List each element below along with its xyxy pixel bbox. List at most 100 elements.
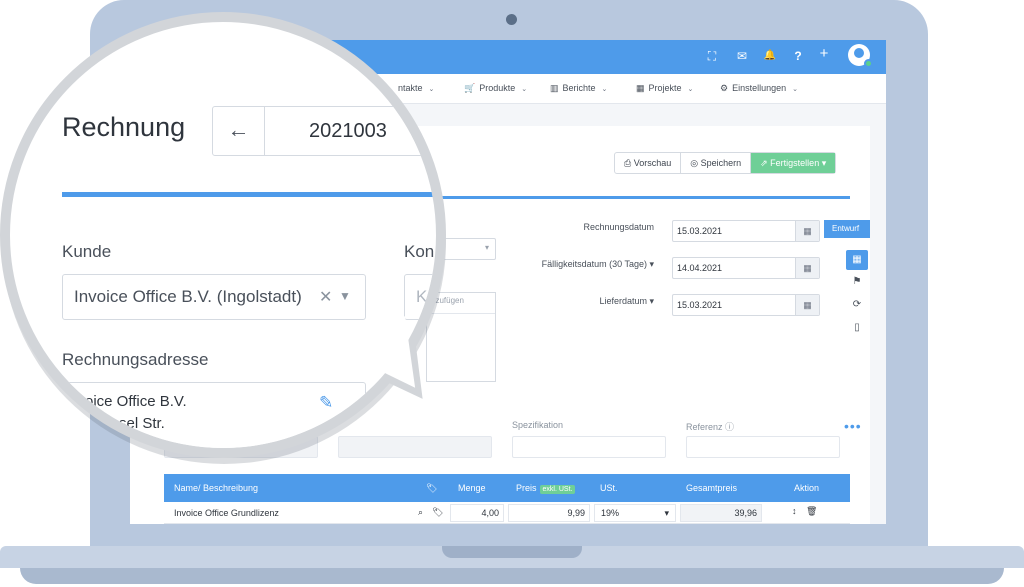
chevron-down-icon: ⌄	[792, 86, 798, 93]
page-title: Rechnung	[62, 112, 186, 142]
flag-icon[interactable]: ⚑	[846, 272, 868, 292]
finish-button[interactable]: ⇗ Fertigstellen ▾	[751, 153, 836, 173]
menu-item-produkte[interactable]: 🛒 Produkte ⌄	[464, 83, 527, 94]
pencil-icon[interactable]: ✎	[319, 393, 333, 413]
ref-input[interactable]	[686, 436, 840, 458]
drag-handle-icon[interactable]: ↕	[792, 506, 797, 516]
external-link-icon: ⇗	[760, 158, 771, 168]
bell-icon[interactable]: 🔔	[762, 48, 778, 64]
chevron-down-icon: ▾	[819, 158, 827, 168]
menu-label: Projekte	[648, 83, 682, 93]
trash-icon[interactable]: 🗑	[806, 506, 817, 517]
calendar-icon[interactable]: ▦	[795, 258, 819, 278]
items-table-header: Name/ Beschreibung 🏷 Menge Preis exkl. US…	[164, 474, 850, 502]
item-vat-select[interactable]: 19% ▾	[594, 504, 676, 522]
col-vat: USt.	[600, 483, 618, 493]
invoice-date-label: Rechnungsdatum	[583, 222, 654, 232]
delivery-date-value: 15.03.2021	[677, 300, 723, 310]
refresh-icon[interactable]: ⟳	[846, 295, 868, 315]
customer-value: Invoice Office B.V. (Ingolstadt)	[74, 287, 302, 306]
laptop-notch	[442, 546, 582, 558]
calendar-icon[interactable]: ▦	[795, 221, 819, 241]
calendar-icon: ▦	[636, 83, 645, 93]
status-badge: Entwurf	[824, 220, 870, 238]
online-status-icon	[864, 59, 873, 68]
item-price[interactable]: 9,99	[508, 504, 590, 522]
table-row: Invoice Office Grundlizenz ⌕ 🏷 4,00 9,99…	[164, 502, 850, 524]
tag-icon[interactable]: 🏷	[432, 507, 443, 518]
user-avatar[interactable]	[848, 44, 873, 68]
plus-icon[interactable]: +	[816, 46, 832, 62]
cart-icon: 🛒	[464, 83, 476, 93]
invoice-number[interactable]: 2021003	[309, 120, 387, 143]
address-line: sel Str.	[119, 415, 165, 432]
check-circle-icon: ◎	[690, 158, 701, 168]
contact-placeholder: K	[416, 287, 428, 306]
col-name: Name/ Beschreibung	[174, 483, 259, 493]
col-qty: Menge	[458, 483, 486, 493]
menu-label: Produkte	[479, 83, 516, 93]
document-icon[interactable]: ▯	[846, 318, 868, 338]
item-name[interactable]: Invoice Office Grundlizenz	[174, 508, 279, 518]
billing-address-label: Rechnungsadresse	[62, 350, 209, 369]
finish-label: Fertigstellen	[770, 158, 820, 168]
menu-label: Einstellungen	[732, 83, 787, 93]
col-action: Aktion	[794, 483, 820, 493]
calendar-icon[interactable]: ▦	[846, 250, 868, 270]
invoice-actions: ⎙ Vorschau ◎ Speichern ⇗ Fertigstellen ▾	[614, 152, 837, 174]
col-price: Preis exkl. USt.	[516, 483, 576, 494]
item-total: 39,96	[680, 504, 762, 522]
spec-label: Spezifikation	[512, 420, 564, 430]
help-icon[interactable]: ?	[790, 48, 806, 64]
header-divider-zoom	[62, 192, 436, 197]
menu-item-einstellungen[interactable]: ⚙ Einstellungen ⌄	[720, 83, 798, 94]
spec-input[interactable]	[512, 436, 666, 458]
bar-chart-icon: ▥	[550, 83, 559, 93]
address-line: oice Office B.V.	[85, 393, 187, 410]
billing-address-box[interactable]: oice Office B.V. sel Str. ✎	[62, 382, 366, 448]
printer-icon: ⎙	[624, 158, 634, 168]
menu-item-projekte[interactable]: ▦ Projekte ⌄	[636, 83, 693, 94]
due-date-label[interactable]: Fälligkeitsdatum (30 Tage) ▾	[510, 259, 654, 270]
customer-label: Kunde	[62, 242, 112, 261]
fullscreen-icon[interactable]: ⛶	[704, 48, 720, 64]
invoice-date-input[interactable]: 15.03.2021 ▦	[672, 220, 820, 242]
caret-down-icon: ▾	[664, 508, 669, 518]
calendar-icon[interactable]: ▦	[795, 295, 819, 315]
camera-icon	[506, 14, 517, 25]
more-options-icon[interactable]: •••	[844, 418, 862, 434]
menu-label: Berichte	[562, 83, 596, 93]
caret-down-icon: ▾	[646, 259, 654, 269]
item-qty[interactable]: 4,00	[450, 504, 504, 522]
caret-down-icon[interactable]: ▼	[339, 289, 351, 303]
menu-item-berichte[interactable]: ▥ Berichte ⌄	[550, 83, 607, 94]
tag-icon[interactable]: 🏷	[426, 483, 437, 494]
contact-label: Kon	[404, 242, 435, 261]
laptop-base-bottom	[20, 568, 1004, 584]
due-date-input[interactable]: 14.04.2021 ▦	[672, 257, 820, 279]
ref-label-text: Referenz	[686, 422, 723, 432]
preview-label: Vorschau	[633, 158, 672, 168]
ref-label: Referenz ⓘ	[686, 420, 734, 433]
delivery-date-label[interactable]: Lieferdatum ▾	[550, 296, 654, 307]
item-vat-value: 19%	[601, 508, 620, 518]
info-icon: ⓘ	[722, 422, 735, 432]
search-icon[interactable]: ⌕	[418, 507, 423, 518]
clear-icon[interactable]: ✕	[319, 287, 332, 307]
price-net-badge: exkl. USt.	[539, 485, 576, 494]
delivery-date-input[interactable]: 15.03.2021 ▦	[672, 294, 820, 316]
invoice-date-value: 15.03.2021	[677, 226, 723, 236]
col-price-label: Preis	[516, 483, 537, 493]
delivery-date-label-text: Lieferdatum	[599, 296, 647, 306]
chevron-down-icon: ⌄	[687, 86, 694, 93]
due-date-value: 14.04.2021	[677, 263, 723, 273]
chevron-down-icon: ⌄	[521, 86, 528, 93]
preview-button[interactable]: ⎙ Vorschau	[615, 153, 682, 173]
back-arrow-icon[interactable]: ←	[213, 107, 265, 155]
save-label: Speichern	[700, 158, 742, 168]
customer-select[interactable]: Invoice Office B.V. (Ingolstadt) ✕ ▼	[62, 274, 366, 320]
save-button[interactable]: ◎ Speichern	[681, 153, 752, 173]
due-date-label-text: Fälligkeitsdatum (30 Tage)	[541, 259, 647, 269]
invoice-number-box: ← 2021003	[212, 106, 436, 156]
mail-icon[interactable]: ✉	[734, 48, 750, 64]
